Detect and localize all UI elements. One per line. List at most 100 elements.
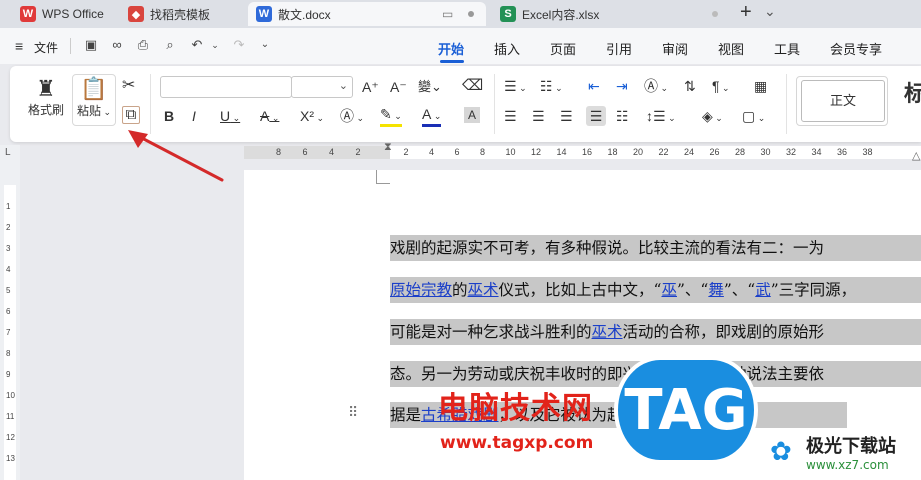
cut-icon[interactable]: ✂ [122, 78, 135, 94]
hyperlink[interactable]: 巫 [661, 281, 677, 299]
hyperlink[interactable]: 巫术 [468, 281, 499, 299]
tab-stop-icon[interactable]: L [5, 147, 11, 158]
tab-label: WPS Office [42, 7, 104, 21]
sort-icon[interactable]: ⇅ [684, 78, 696, 94]
paste-button[interactable]: 📋 粘贴 ⌄ [72, 74, 116, 126]
margin-corner-mark [376, 170, 390, 184]
vruler-tick-label: 7 [6, 328, 11, 337]
text-direction-icon[interactable]: Ⓐ ⌄ [644, 78, 668, 96]
tab-list-icon[interactable]: ⌄ [764, 3, 776, 20]
undo-icon[interactable]: ↶ [190, 38, 204, 52]
vruler-tick-label: 8 [6, 349, 11, 358]
print-icon[interactable]: ⎙ [136, 38, 150, 52]
format-painter-label: 格式刷 [27, 103, 64, 117]
increase-indent-icon[interactable]: ⇥ [616, 78, 628, 94]
clipboard-icon: 📋 [80, 76, 108, 101]
ruler-tick-label: 6 [302, 147, 308, 157]
show-marks-icon[interactable]: ¶ ⌄ [712, 78, 730, 96]
tab-active-document[interactable]: W 散文.docx ▭ [248, 2, 486, 26]
hyperlink[interactable]: 原始宗教 [390, 281, 452, 299]
decrease-indent-icon[interactable]: ⇤ [588, 78, 600, 94]
style-heading[interactable]: 标 [904, 83, 921, 105]
tab-excel[interactable]: S Excel内容.xlsx [492, 2, 728, 26]
watermark-site-name: 电脑技术网 [438, 391, 593, 426]
align-center-icon[interactable]: ☰ [532, 108, 545, 124]
font-family-select[interactable] [160, 76, 292, 98]
menu-review[interactable]: 审阅 [662, 39, 688, 58]
tab-docer[interactable]: ◆ 找稻壳模板 [120, 2, 244, 26]
ruler-tick-label: 10 [505, 147, 516, 157]
doc-line-2[interactable]: 原始宗教的巫术仪式，比如上古中文，“巫”、“舞”、“武”三字同源， [390, 277, 921, 303]
vruler-tick-label: 2 [6, 223, 11, 232]
ruler-tick-label: 16 [582, 147, 593, 157]
link-icon[interactable]: ∞ [110, 38, 124, 52]
menu-member[interactable]: 会员专享 [830, 39, 882, 58]
print-preview-icon[interactable]: ⌕ [163, 38, 177, 52]
ruler-tick-label: 8 [276, 147, 282, 157]
tab-label: Excel内容.xlsx [522, 7, 600, 22]
menu-home[interactable]: 开始 [438, 39, 464, 58]
distribute-icon[interactable]: ☷ [616, 108, 629, 124]
highlight-icon[interactable]: ✎ ⌄ [380, 106, 402, 127]
hyperlink[interactable]: 巫术 [592, 323, 623, 341]
style-normal[interactable]: 正文 [801, 80, 885, 122]
divider [70, 38, 71, 54]
format-painter-button[interactable]: ♜ 格式刷 [24, 76, 68, 118]
doc-text: 态。另一为劳动或庆祝丰收时的即兴歌舞表演，这种说法主要依 [390, 365, 825, 383]
unsaved-dot-icon[interactable] [468, 11, 474, 17]
doc-text: 仪式，比如上古中文，“ [498, 281, 662, 299]
phonetic-guide-icon[interactable]: 變⌄ [418, 79, 442, 95]
undo-dropdown-icon[interactable]: ⌄ [208, 38, 222, 52]
close-dot-icon[interactable] [712, 11, 718, 17]
vruler-tick-label: 10 [6, 391, 15, 400]
save-icon[interactable]: ▣ [84, 38, 98, 52]
menu-references[interactable]: 引用 [606, 39, 632, 58]
char-shading-icon[interactable]: A [464, 107, 480, 123]
font-size-select[interactable]: ⌄ [291, 76, 353, 98]
add-tab-icon[interactable]: + [740, 1, 752, 24]
table-grid-icon[interactable]: ▦ [754, 78, 767, 94]
hyperlink[interactable]: 舞 [708, 281, 724, 299]
annotation-arrow [128, 130, 224, 182]
bold-icon[interactable]: B [164, 108, 174, 124]
strikethrough-icon[interactable]: A ⌄ [260, 108, 279, 126]
ruler-tick-label: 34 [811, 147, 822, 157]
tab-label: 散文.docx [278, 7, 331, 22]
vruler-tick-label: 13 [6, 454, 15, 463]
line-spacing-icon[interactable]: ↕☰ ⌄ [646, 108, 676, 126]
paragraph-shading-icon[interactable]: ◈ ⌄ [702, 108, 723, 126]
superscript-icon[interactable]: X² ⌄ [300, 108, 324, 126]
text-effect-icon[interactable]: Ⓐ ⌄ [340, 108, 364, 126]
menu-view[interactable]: 视图 [718, 39, 744, 58]
doc-line-3[interactable]: 可能是对一种乞求战斗胜利的巫术活动的合称，即戏剧的原始形 [390, 319, 921, 345]
ruler-tick-label: 26 [709, 147, 720, 157]
align-right-icon[interactable]: ☰ [560, 108, 573, 124]
font-color-icon[interactable]: A ⌄ [422, 106, 442, 127]
menu-insert[interactable]: 插入 [494, 39, 520, 58]
border-icon[interactable]: ▢ ⌄ [742, 108, 765, 126]
doc-line-1[interactable]: 戏剧的起源实不可考，有多种假说。比较主流的看法有二：一为 [390, 235, 921, 261]
menu-page[interactable]: 页面 [550, 39, 576, 58]
hamburger-icon[interactable]: ≡ [15, 38, 23, 54]
grow-font-icon[interactable]: A⁺ [362, 79, 379, 95]
menu-tools[interactable]: 工具 [774, 39, 800, 58]
tab-wps-office[interactable]: W WPS Office [12, 2, 114, 26]
italic-icon[interactable]: I [192, 108, 196, 124]
copy-icon[interactable]: ⧉ [122, 106, 140, 124]
bullet-list-icon[interactable]: ☰ ⌄ [504, 78, 527, 96]
indent-marker-icon[interactable]: ⧗ [384, 141, 392, 154]
monitor-icon[interactable]: ▭ [442, 7, 453, 21]
numbered-list-icon[interactable]: ☷ ⌄ [540, 78, 563, 96]
vruler-tick-label: 11 [6, 412, 15, 421]
align-left-icon[interactable]: ☰ [504, 108, 517, 124]
watermark-site-url: www.tagxp.com [440, 433, 594, 453]
clear-format-icon[interactable]: ⌫ [462, 78, 483, 94]
underline-icon[interactable]: U ⌄ [220, 108, 240, 126]
shrink-font-icon[interactable]: A⁻ [390, 79, 407, 95]
more-quick-icon[interactable]: ⌄ [258, 38, 272, 52]
file-menu[interactable]: 文件 [34, 39, 58, 56]
drag-handle-icon[interactable]: ⠿ [348, 404, 358, 421]
right-indent-marker-icon[interactable]: △ [912, 149, 920, 162]
justify-icon[interactable]: ☰ [586, 106, 606, 126]
hyperlink[interactable]: 武 [755, 281, 771, 299]
